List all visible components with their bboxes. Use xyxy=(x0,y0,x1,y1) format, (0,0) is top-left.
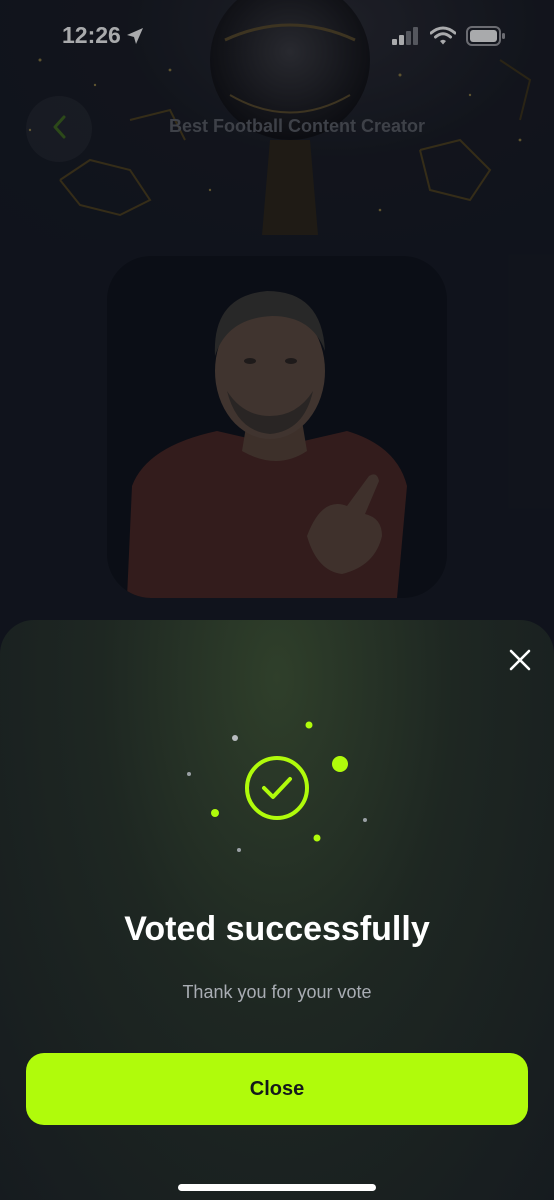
navigation-bar: Best Football Content Creator xyxy=(0,96,554,162)
wifi-icon xyxy=(429,26,457,50)
home-indicator[interactable] xyxy=(178,1184,376,1191)
close-button[interactable]: Close xyxy=(26,1053,528,1125)
battery-icon xyxy=(466,26,506,50)
creator-photo xyxy=(107,256,447,598)
success-subtitle: Thank you for your vote xyxy=(182,982,372,1002)
screen: 12:26 Best Football Content Creator Vote… xyxy=(0,0,554,1200)
status-time: 12:26 xyxy=(62,22,121,48)
vote-success-sheet: Voted successfully Thank you for your vo… xyxy=(0,620,554,1200)
cellular-signal-icon xyxy=(392,27,420,49)
success-check-illustration xyxy=(177,720,377,860)
page-title: Best Football Content Creator xyxy=(168,116,425,136)
status-icons xyxy=(392,26,506,50)
creator-portrait-image xyxy=(127,291,407,598)
success-title: Voted successfully xyxy=(124,910,430,948)
check-circle-icon xyxy=(245,756,309,820)
status-bar: 12:26 xyxy=(0,0,554,80)
close-icon[interactable] xyxy=(508,648,532,672)
location-arrow-icon xyxy=(126,27,144,49)
